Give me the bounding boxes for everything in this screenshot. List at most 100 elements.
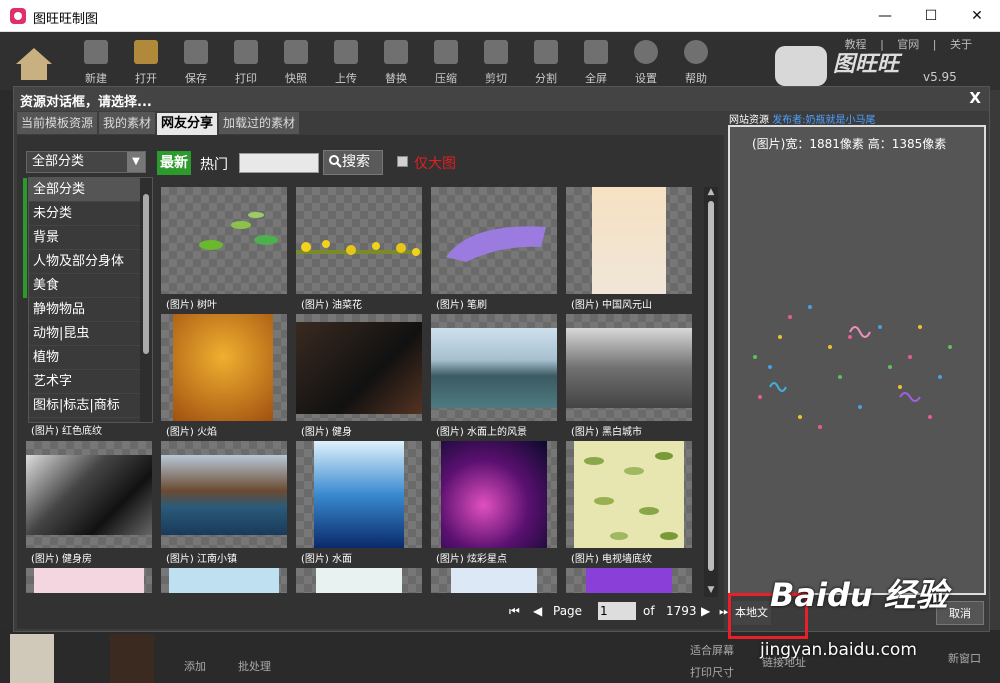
tab-current-template[interactable]: 当前模板资源: [17, 112, 98, 134]
home-icon[interactable]: [14, 44, 54, 84]
maximize-button[interactable]: ☐: [908, 0, 954, 32]
asset-thumbnail[interactable]: [161, 314, 287, 421]
template-thumbnail[interactable]: [10, 634, 54, 683]
search-input[interactable]: [239, 153, 319, 173]
asset-item[interactable]: [566, 568, 692, 593]
tab-loaded-assets[interactable]: 加载过的素材: [219, 112, 300, 134]
asset-thumbnail[interactable]: [161, 568, 287, 593]
toolbar-fullscreen-button[interactable]: 全屏: [578, 40, 614, 88]
newest-button[interactable]: 最新: [157, 151, 191, 175]
asset-thumbnail[interactable]: [161, 441, 287, 548]
toolbar-replace-button[interactable]: 替换: [378, 40, 414, 88]
toolbar-new-button[interactable]: 新建: [78, 40, 114, 88]
asset-caption: (图片) 炫彩星点: [436, 554, 507, 565]
asset-thumbnail[interactable]: [431, 314, 557, 421]
asset-thumbnail[interactable]: [26, 441, 152, 548]
prev-page-icon[interactable]: ◀: [533, 604, 542, 618]
asset-thumbnail[interactable]: [296, 314, 422, 421]
tab-my-assets[interactable]: 我的素材: [99, 112, 156, 134]
asset-item[interactable]: (图片) 健身: [296, 314, 422, 438]
toolbar-upload-button[interactable]: 上传: [328, 40, 364, 88]
toolbar-help-button[interactable]: 帮助: [678, 40, 714, 88]
template-thumbnail[interactable]: [110, 634, 154, 683]
asset-thumbnail[interactable]: [431, 568, 557, 593]
asset-item[interactable]: [296, 568, 422, 593]
hot-button[interactable]: 热门: [200, 154, 228, 174]
add-button[interactable]: 添加: [184, 658, 206, 674]
asset-item[interactable]: (图片) 炫彩星点: [431, 441, 557, 565]
asset-thumbnail[interactable]: [161, 187, 287, 294]
toolbar-open-button[interactable]: 打开: [128, 40, 164, 88]
asset-thumbnail[interactable]: [296, 441, 422, 548]
window-titlebar: 图旺旺制图 — ☐ ✕: [0, 0, 1000, 32]
batch-button[interactable]: 批处理: [238, 658, 271, 674]
fit-screen-button[interactable]: 适合屏幕: [690, 642, 734, 658]
asset-item[interactable]: (图片) 健身房: [26, 441, 152, 565]
asset-thumbnail[interactable]: [566, 441, 692, 548]
page-input[interactable]: 1: [598, 602, 636, 620]
toolbar-save-button[interactable]: 保存: [178, 40, 214, 88]
asset-thumbnail[interactable]: [296, 568, 422, 593]
page-label: Page: [553, 604, 583, 618]
minimize-button[interactable]: —: [862, 0, 908, 32]
tab-shared[interactable]: 网友分享: [157, 113, 218, 135]
toolbar-print-button[interactable]: 打印: [228, 40, 264, 88]
light-image: [316, 568, 402, 593]
folder-icon: [134, 40, 158, 64]
scroll-down-icon[interactable]: ▼: [706, 585, 716, 595]
water-surface-image: [314, 441, 404, 548]
asset-item[interactable]: (图片) 水面上的风景: [431, 314, 557, 438]
confetti-preview-image: [753, 305, 952, 429]
window-title: 图旺旺制图: [33, 12, 99, 27]
search-button[interactable]: 搜索: [323, 150, 383, 175]
first-page-icon[interactable]: ⏮: [509, 604, 520, 619]
toolbar-settings-button[interactable]: 设置: [628, 40, 664, 88]
asset-caption: (图片) 中国风元山: [571, 300, 652, 311]
asset-item[interactable]: (图片) 中国风元山: [566, 187, 692, 311]
asset-item[interactable]: [161, 568, 287, 593]
asset-caption: (图片) 水面: [301, 554, 352, 565]
asset-item[interactable]: [431, 568, 557, 593]
baidu-watermark: Baidu 经验 jingyan.baidu.com: [760, 570, 990, 680]
next-page-icon[interactable]: ▶: [701, 604, 710, 618]
large-only-checkbox[interactable]: [397, 156, 408, 167]
grid-scrollbar[interactable]: ▲ ▼: [704, 187, 718, 597]
asset-thumbnail[interactable]: [26, 568, 152, 593]
search-icon: [329, 155, 342, 168]
chevron-down-icon[interactable]: ▼: [127, 152, 145, 172]
asset-item[interactable]: (图片) 黑白城市: [566, 314, 692, 438]
asset-item[interactable]: (图片) 江南小镇: [161, 441, 287, 565]
asset-item[interactable]: (图片) 水面: [296, 441, 422, 565]
waterside-image: [431, 328, 557, 408]
toolbar-snapshot-button[interactable]: 快照: [278, 40, 314, 88]
asset-item[interactable]: (图片) 树叶: [161, 187, 287, 311]
scrollbar-thumb[interactable]: [708, 201, 714, 571]
monitor-icon: [584, 40, 608, 64]
toolbar-cut-button[interactable]: 剪切: [478, 40, 514, 88]
asset-thumbnail[interactable]: [431, 441, 557, 548]
brand-name: 图旺旺: [833, 52, 900, 77]
asset-thumbnail[interactable]: [431, 187, 557, 294]
save-icon: [184, 40, 208, 64]
asset-item[interactable]: (图片) 油菜花: [296, 187, 422, 311]
asset-thumbnail[interactable]: [566, 568, 692, 593]
asset-item[interactable]: (图片) 电视墙底纹: [566, 441, 692, 565]
toolbar-split-button[interactable]: 分割: [528, 40, 564, 88]
close-window-button[interactable]: ✕: [954, 0, 1000, 32]
asset-item[interactable]: [26, 568, 152, 593]
print-size-button[interactable]: 打印尺寸: [690, 664, 734, 680]
asset-item[interactable]: (图片) 火焰: [161, 314, 287, 438]
scroll-up-icon[interactable]: ▲: [706, 187, 716, 197]
category-select[interactable]: 全部分类 ▼: [26, 151, 146, 173]
asset-thumbnail[interactable]: [296, 187, 422, 294]
leaf-pattern-image: [574, 441, 684, 548]
baidu-logo: Baidu 经验: [770, 576, 948, 614]
asset-thumbnail[interactable]: [566, 187, 692, 294]
toolbar-compress-button[interactable]: 压缩: [428, 40, 464, 88]
asset-item[interactable]: (图片) 红色底纹: [26, 314, 152, 438]
asset-item[interactable]: (图片) 笔刷: [431, 187, 557, 311]
asset-thumbnail[interactable]: [566, 314, 692, 421]
dialog-close-button[interactable]: X: [969, 89, 981, 107]
resource-tabs: 当前模板资源 我的素材 网友分享 加载过的素材: [17, 112, 301, 135]
bw-city-image: [566, 328, 692, 408]
